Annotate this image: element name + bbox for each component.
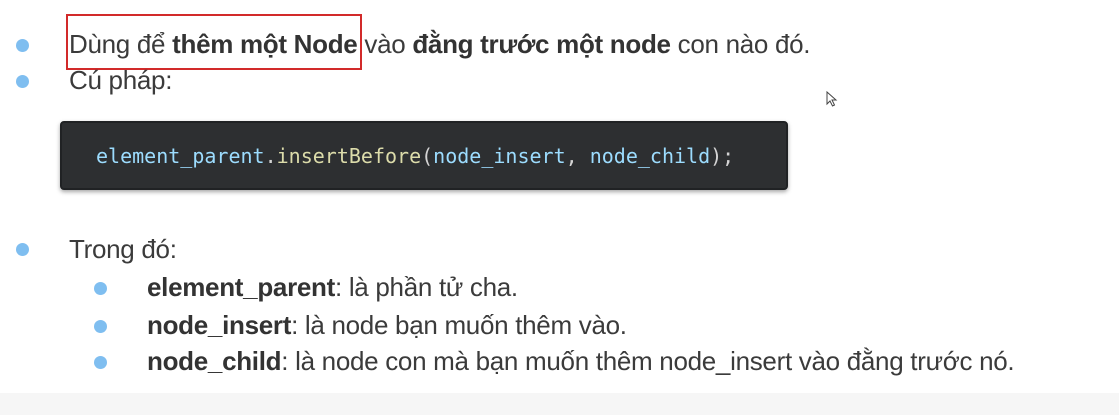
- param-name: node_insert: [147, 310, 292, 340]
- syntax-label: Cú pháp:: [69, 65, 173, 95]
- param-name: node_child: [147, 346, 282, 376]
- param-desc: : là node bạn muốn thêm vào.: [291, 310, 627, 340]
- code-object: element_parent: [96, 144, 265, 168]
- param-name: element_parent: [147, 272, 335, 302]
- intro-mid: vào: [357, 29, 413, 59]
- code-arg-node-insert: node_insert: [433, 144, 566, 168]
- code-dot: .: [264, 144, 277, 168]
- param-desc: : là node con mà bạn muốn thêm node_inse…: [281, 346, 1015, 376]
- where-label: Trong đó:: [69, 234, 177, 264]
- code-line: element_parent.insertBefore(node_insert,…: [96, 142, 734, 170]
- code-arg-node-child: node_child: [589, 144, 711, 168]
- bullet-dot-icon: [16, 75, 29, 88]
- code-comma: ,: [565, 144, 590, 168]
- code-close: );: [710, 144, 735, 168]
- bullet-dot-icon: [16, 39, 29, 52]
- param-desc: : là phần tử cha.: [334, 272, 518, 302]
- bottom-strip: [0, 393, 1119, 415]
- bullet-dot-icon: [94, 356, 107, 369]
- bullet-dot-icon: [94, 282, 107, 295]
- param-item-node-child: node_child: là node con mà bạn muốn thêm…: [147, 345, 1015, 377]
- code-block: element_parent.insertBefore(node_insert,…: [60, 121, 788, 190]
- code-method: insertBefore: [276, 144, 422, 168]
- intro-bold-before-node: đằng trước một node: [412, 29, 671, 59]
- param-item-element-parent: element_parent: là phần tử cha.: [147, 271, 518, 303]
- intro-suffix: con nào đó.: [670, 29, 811, 59]
- bullet-dot-icon: [16, 243, 29, 256]
- bullet-dot-icon: [94, 320, 107, 333]
- param-item-node-insert: node_insert: là node bạn muốn thêm vào.: [147, 309, 627, 341]
- mouse-pointer-icon: [826, 91, 838, 107]
- annotation-highlight-box: [66, 14, 362, 70]
- code-open-paren: (: [421, 144, 434, 168]
